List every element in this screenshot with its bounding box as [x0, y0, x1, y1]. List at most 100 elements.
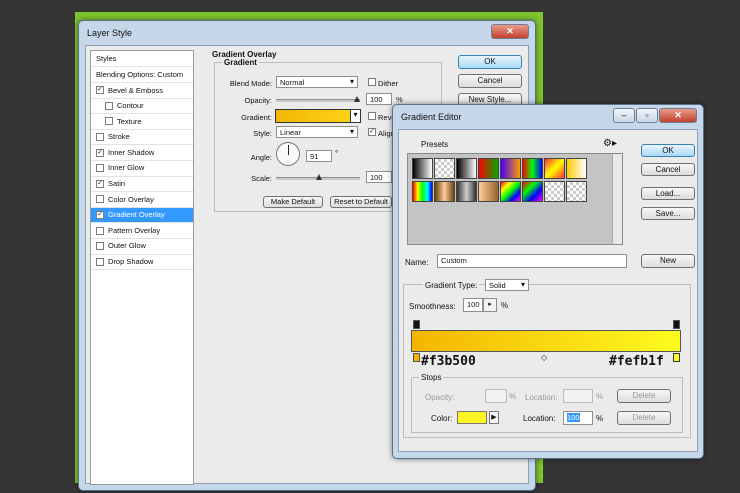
style-dropdown[interactable]: Linear — [276, 126, 358, 138]
style-checkbox[interactable]: ✓ — [96, 86, 104, 95]
blend-mode-dropdown[interactable]: Normal — [276, 76, 358, 88]
save-button[interactable]: Save... — [641, 207, 695, 220]
opacity-stop-right[interactable] — [673, 320, 680, 329]
scale-slider[interactable] — [276, 174, 360, 180]
style-item-label: Texture — [117, 116, 142, 126]
reset-default-button[interactable]: Reset to Default — [330, 196, 392, 208]
opacity-slider[interactable] — [276, 96, 360, 102]
style-item[interactable]: Outer Glow — [91, 239, 193, 255]
style-checkbox[interactable]: ✓ — [96, 148, 104, 157]
style-item-label: Inner Shadow — [108, 147, 155, 157]
style-checkbox[interactable]: ✓ — [96, 179, 104, 188]
scale-field[interactable]: 100 — [366, 171, 392, 183]
preset-swatch[interactable] — [478, 158, 499, 179]
styles-list: Styles Blending Options: Custom ✓ Bevel &… — [90, 50, 194, 485]
gradient-dropdown-arrow[interactable]: ▾ — [350, 110, 360, 122]
stop-color-menu-arrow-icon[interactable]: ▶ — [489, 411, 499, 424]
stop-color-label: Color: — [431, 414, 453, 423]
style-checkbox[interactable] — [96, 164, 104, 173]
gradient-swatch[interactable] — [275, 109, 361, 123]
opacity-stop-left[interactable] — [413, 320, 420, 329]
stops-label: Stops — [419, 373, 444, 382]
minimize-icon[interactable]: – — [613, 108, 635, 123]
preset-swatch[interactable] — [544, 181, 565, 202]
smoothness-stepper[interactable]: ▸ — [483, 298, 497, 312]
stop-color-swatch[interactable] — [457, 411, 487, 424]
preset-swatch[interactable] — [412, 181, 433, 202]
stop-opacity-location-label: Location: — [525, 393, 558, 402]
stop-color-location-field[interactable]: 100 — [563, 411, 593, 425]
name-input[interactable]: Custom — [437, 254, 627, 268]
style-item[interactable]: ✓ Gradient Overlay — [91, 207, 193, 224]
delete-opacity-stop-button[interactable]: Delete — [617, 389, 671, 403]
preset-swatch[interactable] — [500, 181, 521, 202]
angle-dial[interactable] — [276, 142, 300, 166]
new-button[interactable]: New — [641, 254, 695, 268]
stop-color-location-label: Location: — [523, 414, 556, 423]
preset-swatch[interactable] — [478, 181, 499, 202]
style-item[interactable]: Contour — [91, 99, 193, 115]
ok-button[interactable]: OK — [458, 55, 522, 69]
group-title: Gradient — [222, 58, 259, 67]
style-item[interactable]: Color Overlay — [91, 192, 193, 208]
style-item[interactable]: Drop Shadow — [91, 255, 193, 271]
smoothness-field[interactable]: 100 — [463, 298, 483, 312]
blending-options[interactable]: Blending Options: Custom — [91, 67, 193, 83]
style-checkbox[interactable] — [105, 101, 113, 110]
gradient-type-dropdown[interactable]: Solid — [485, 279, 529, 291]
preset-swatch[interactable] — [566, 181, 587, 202]
preset-swatch[interactable] — [522, 158, 543, 179]
stop-opacity-location-field[interactable] — [563, 389, 593, 403]
style-item[interactable]: ✓ Satin — [91, 177, 193, 193]
load-button[interactable]: Load... — [641, 187, 695, 200]
style-item[interactable]: Texture — [91, 114, 193, 130]
reverse-checkbox[interactable] — [368, 112, 376, 120]
preset-swatch[interactable] — [566, 158, 587, 179]
maximize-icon[interactable]: ▫ — [636, 108, 658, 123]
preset-swatch[interactable] — [456, 181, 477, 202]
preset-swatch[interactable] — [434, 158, 455, 179]
ok-button[interactable]: OK — [641, 144, 695, 157]
preset-swatch[interactable] — [412, 158, 433, 179]
preset-swatch[interactable] — [522, 181, 543, 202]
style-item[interactable]: Stroke — [91, 130, 193, 146]
gradient-bar[interactable] — [411, 330, 681, 352]
style-checkbox[interactable] — [96, 257, 104, 266]
close-icon[interactable]: ✕ — [659, 108, 697, 123]
color-stop-left[interactable] — [413, 353, 420, 362]
stop-opacity-field[interactable] — [485, 389, 507, 403]
style-checkbox[interactable] — [96, 242, 104, 251]
style-item[interactable]: ✓ Bevel & Emboss — [91, 83, 193, 99]
presets-scrollbar[interactable] — [612, 154, 622, 244]
preset-swatch[interactable] — [500, 158, 521, 179]
preset-swatch[interactable] — [456, 158, 477, 179]
smoothness-label: Smoothness: — [409, 302, 456, 311]
style-checkbox[interactable] — [96, 133, 104, 142]
style-item-label: Gradient Overlay — [108, 210, 165, 220]
midpoint-diamond-icon[interactable]: ◇ — [541, 353, 547, 362]
align-checkbox[interactable]: ✓ — [368, 128, 376, 136]
dither-checkbox[interactable] — [368, 78, 376, 86]
make-default-button[interactable]: Make Default — [263, 196, 323, 208]
close-icon[interactable]: ✕ — [491, 24, 529, 39]
color-stop-right[interactable] — [673, 353, 680, 362]
delete-color-stop-button[interactable]: Delete — [617, 411, 671, 425]
cancel-button[interactable]: Cancel — [641, 163, 695, 176]
style-item[interactable]: ✓ Inner Shadow — [91, 145, 193, 161]
angle-field[interactable]: 91 — [306, 150, 332, 162]
style-item[interactable]: Inner Glow — [91, 161, 193, 177]
style-checkbox[interactable] — [96, 195, 104, 204]
gradient-label: Gradient: — [241, 113, 272, 122]
style-checkbox[interactable] — [105, 117, 113, 126]
preset-swatch[interactable] — [434, 181, 455, 202]
layer-style-titlebar[interactable]: Layer Style — [79, 21, 535, 45]
style-checkbox[interactable]: ✓ — [96, 211, 104, 220]
style-checkbox[interactable] — [96, 226, 104, 235]
cancel-button[interactable]: Cancel — [458, 74, 522, 88]
opacity-field[interactable]: 100 — [366, 93, 392, 105]
style-item[interactable]: Pattern Overlay — [91, 223, 193, 239]
preset-swatch[interactable] — [544, 158, 565, 179]
styles-header[interactable]: Styles — [91, 51, 193, 67]
style-item-label: Satin — [108, 179, 126, 189]
presets-menu-gear-icon[interactable]: ⚙▸ — [603, 138, 617, 149]
